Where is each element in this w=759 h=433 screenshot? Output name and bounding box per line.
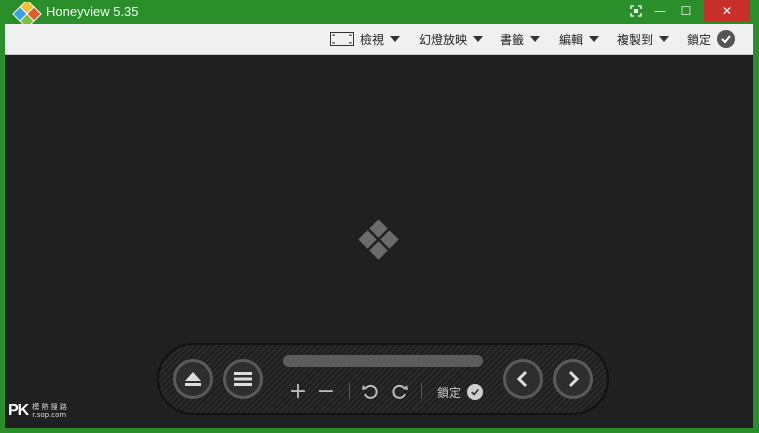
watermark-line1: 模 熱 搜 路	[32, 403, 67, 411]
control-bar: + − 鎖定	[157, 343, 609, 415]
chevron-left-icon	[516, 370, 528, 388]
minimize-icon: —	[654, 4, 666, 18]
menu-view-label: 檢視	[360, 32, 385, 47]
toolbar: 檢視 幻燈放映 書籤 編輯 複製到 鎖定	[5, 24, 753, 55]
next-button[interactable]	[553, 359, 593, 399]
lock-toggle-label: 鎖定	[687, 32, 712, 47]
chevron-right-icon	[568, 370, 580, 388]
menu-edit-label: 編輯	[559, 32, 584, 47]
menu-bookmarks-label: 書籤	[500, 32, 525, 47]
rotate-right-button[interactable]	[389, 379, 411, 403]
open-button[interactable]	[173, 359, 213, 399]
menu-slideshow[interactable]: 幻燈放映	[419, 24, 484, 54]
fullscreen-icon	[630, 5, 642, 17]
app-window: Honeyview 5.35 — ☐ ✕ 檢視 幻燈放映 書籤 編輯 複製到 鎖…	[0, 0, 759, 433]
honeyview-placeholder-icon	[358, 220, 399, 260]
minimize-button[interactable]: —	[646, 0, 674, 22]
image-viewer-area[interactable]: + − 鎖定	[5, 55, 753, 428]
lock-toggle-bar-label: 鎖定	[437, 385, 462, 400]
watermark-line2: r.sop.com	[32, 411, 67, 419]
frame-icon	[330, 32, 354, 46]
menu-copy-to[interactable]: 複製到	[617, 24, 670, 54]
check-circle-icon	[467, 384, 484, 400]
menu-bookmarks[interactable]: 書籤	[500, 24, 541, 54]
plus-icon: +	[288, 378, 308, 404]
maximize-button[interactable]: ☐	[672, 0, 700, 22]
rotate-left-button[interactable]	[359, 379, 381, 403]
zoom-in-button[interactable]: +	[287, 378, 309, 404]
watermark-text: 模 熱 搜 路 r.sop.com	[32, 403, 67, 419]
title-bar[interactable]: Honeyview 5.35 — ☐ ✕	[0, 0, 759, 29]
check-circle-icon	[717, 30, 736, 48]
lock-toggle-bar[interactable]: 鎖定	[437, 380, 484, 404]
hamburger-icon	[234, 372, 252, 386]
rotate-left-icon	[362, 384, 378, 399]
chevron-down-icon	[589, 36, 600, 42]
divider	[421, 383, 422, 399]
minus-icon: −	[316, 378, 336, 404]
previous-button[interactable]	[503, 359, 543, 399]
menu-slideshow-label: 幻燈放映	[419, 32, 468, 47]
watermark: PK 模 熱 搜 路 r.sop.com	[8, 400, 67, 422]
maximize-icon: ☐	[680, 4, 692, 18]
eject-icon	[185, 372, 201, 386]
chevron-down-icon	[390, 36, 401, 42]
chevron-down-icon	[659, 36, 670, 42]
close-button[interactable]: ✕	[704, 0, 750, 22]
divider	[349, 383, 350, 399]
menu-copy-to-label: 複製到	[617, 32, 654, 47]
chevron-down-icon	[530, 36, 541, 42]
menu-edit[interactable]: 編輯	[559, 24, 600, 54]
menu-button[interactable]	[223, 359, 263, 399]
watermark-brand: PK	[8, 402, 29, 419]
window-title: Honeyview 5.35	[46, 4, 139, 19]
menu-view[interactable]: 檢視	[330, 24, 401, 54]
rotate-right-icon	[392, 384, 408, 399]
lock-toggle[interactable]: 鎖定	[687, 24, 736, 54]
zoom-out-button[interactable]: −	[315, 378, 337, 404]
seek-slider[interactable]	[283, 355, 483, 367]
close-icon: ✕	[721, 4, 733, 18]
chevron-down-icon	[473, 36, 484, 42]
